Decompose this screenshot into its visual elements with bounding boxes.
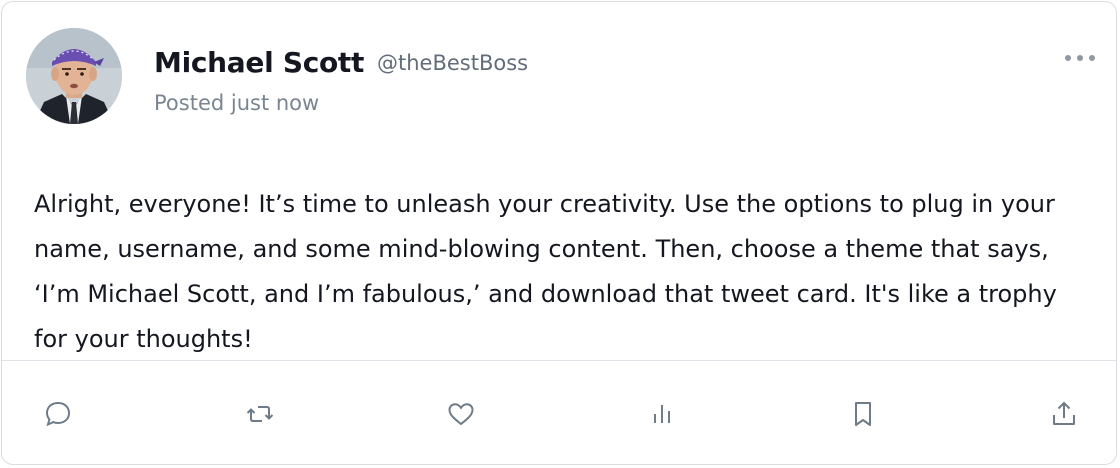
divider xyxy=(2,360,1116,361)
retweet-icon xyxy=(246,406,274,422)
post-content: Alright, everyone! It’s time to unleash … xyxy=(34,190,1057,353)
share-button[interactable] xyxy=(1042,392,1086,436)
tweet-card: Michael Scott @theBestBoss Posted just n… xyxy=(1,1,1117,465)
author-name[interactable]: Michael Scott xyxy=(154,46,364,79)
avatar-image xyxy=(26,28,122,124)
more-horizontal-icon xyxy=(1065,55,1095,61)
like-button[interactable] xyxy=(439,392,483,436)
heart-icon xyxy=(448,403,474,426)
repost-button[interactable] xyxy=(238,392,282,436)
share-icon xyxy=(1053,401,1075,425)
analytics-icon xyxy=(654,405,670,423)
post-timestamp: Posted just now xyxy=(154,91,320,115)
views-button[interactable] xyxy=(640,392,684,436)
avatar[interactable] xyxy=(26,28,122,124)
bookmark-icon xyxy=(855,402,871,426)
comment-icon xyxy=(45,401,71,427)
action-bar xyxy=(2,382,1116,446)
reply-button[interactable] xyxy=(36,392,80,436)
bookmark-button[interactable] xyxy=(841,392,885,436)
more-options-button[interactable] xyxy=(1060,44,1100,72)
author-handle[interactable]: @theBestBoss xyxy=(377,51,528,75)
